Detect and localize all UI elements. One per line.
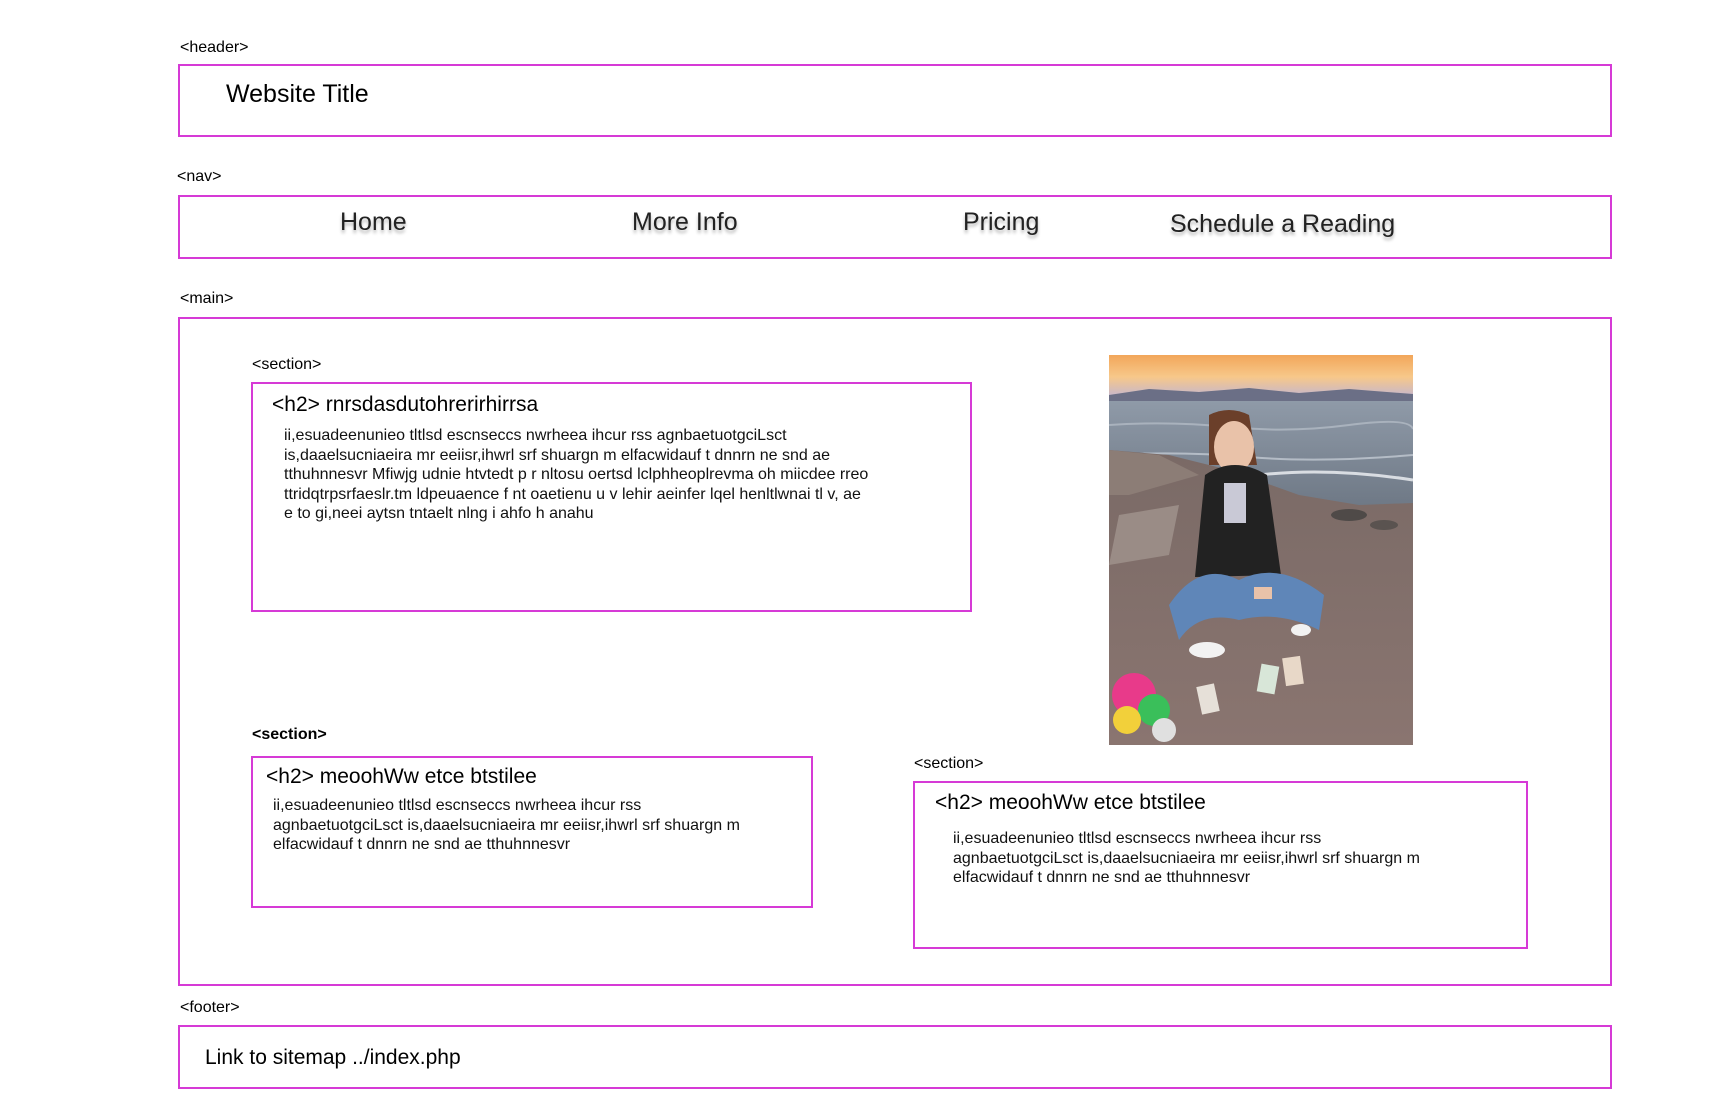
nav-item-schedule-reading[interactable]: Schedule a Reading: [1170, 210, 1395, 239]
website-title: Website Title: [226, 80, 369, 108]
section-tag-label: <section>: [914, 755, 984, 772]
section-tag-label: <section>: [252, 726, 327, 743]
section-paragraph: ii,esuadeenunieo tltlsd escnseccs nwrhee…: [273, 796, 803, 855]
paragraph-line: agnbaetuotgciLsct is,daaelsucniaeira mr …: [273, 816, 740, 834]
paragraph-line: elfacwidauf t dnnrn ne snd ae tthuhnnesv…: [953, 869, 1251, 886]
section-heading: <h2> meoohWw etce btstilee: [935, 791, 1206, 814]
section-heading: <h2> rnrsdasdutohrerirhirrsa: [272, 393, 539, 416]
nav-tag-label: <nav>: [177, 168, 222, 185]
footer-box: Link to sitemap ../index.php: [178, 1025, 1612, 1089]
paragraph-line: ii,esuadeenunieo tltlsd escnseccs nwrhee…: [284, 427, 787, 444]
section-paragraph: ii,esuadeenunieo tltlsd escnseccs nwrhee…: [284, 426, 964, 524]
header-box: Website Title: [178, 64, 1612, 137]
section-tag-label: <section>: [252, 356, 322, 373]
nav-item-home[interactable]: Home: [340, 208, 407, 237]
sitemap-link[interactable]: Link to sitemap ../index.php: [205, 1046, 461, 1070]
paragraph-line: tthuhnnesvr Mfiwjg udnie htvtedt p r nlt…: [284, 466, 869, 483]
section-box: <h2> meoohWw etce btstilee ii,esuadeenun…: [251, 756, 813, 908]
main-tag-label: <main>: [180, 290, 234, 307]
reader-photo: [1109, 355, 1413, 745]
paragraph-line: e to gi,neei aytsn tntaelt nlng i ahfo h…: [284, 505, 594, 522]
footer-tag-label: <footer>: [180, 999, 240, 1016]
paragraph-line: elfacwidauf t dnnrn ne snd ae tthuhnnesv…: [273, 836, 571, 853]
nav-item-more-info[interactable]: More Info: [632, 208, 738, 237]
paragraph-line: ii,esuadeenunieo tltlsd escnseccs nwrhee…: [273, 797, 642, 814]
header-tag-label: <header>: [180, 39, 249, 56]
paragraph-line: agnbaetuotgciLsct is,daaelsucniaeira mr …: [953, 849, 1420, 867]
nav-item-pricing[interactable]: Pricing: [963, 208, 1039, 237]
section-paragraph: ii,esuadeenunieo tltlsd escnseccs nwrhee…: [953, 829, 1513, 888]
paragraph-line: ttridqtrpsrfaeslr.tm ldpeuaence f nt oae…: [284, 485, 861, 503]
paragraph-line: is,daaelsucniaeira mr eeiisr,ihwrl srf s…: [284, 446, 831, 464]
paragraph-line: ii,esuadeenunieo tltlsd escnseccs nwrhee…: [953, 830, 1322, 847]
section-heading: <h2> meoohWw etce btstilee: [266, 765, 537, 788]
section-box: <h2> meoohWw etce btstilee ii,esuadeenun…: [913, 781, 1528, 949]
nav-box: Home More Info Pricing Schedule a Readin…: [178, 195, 1612, 259]
section-box: <h2> rnrsdasdutohrerirhirrsa ii,esuadeen…: [251, 382, 972, 612]
